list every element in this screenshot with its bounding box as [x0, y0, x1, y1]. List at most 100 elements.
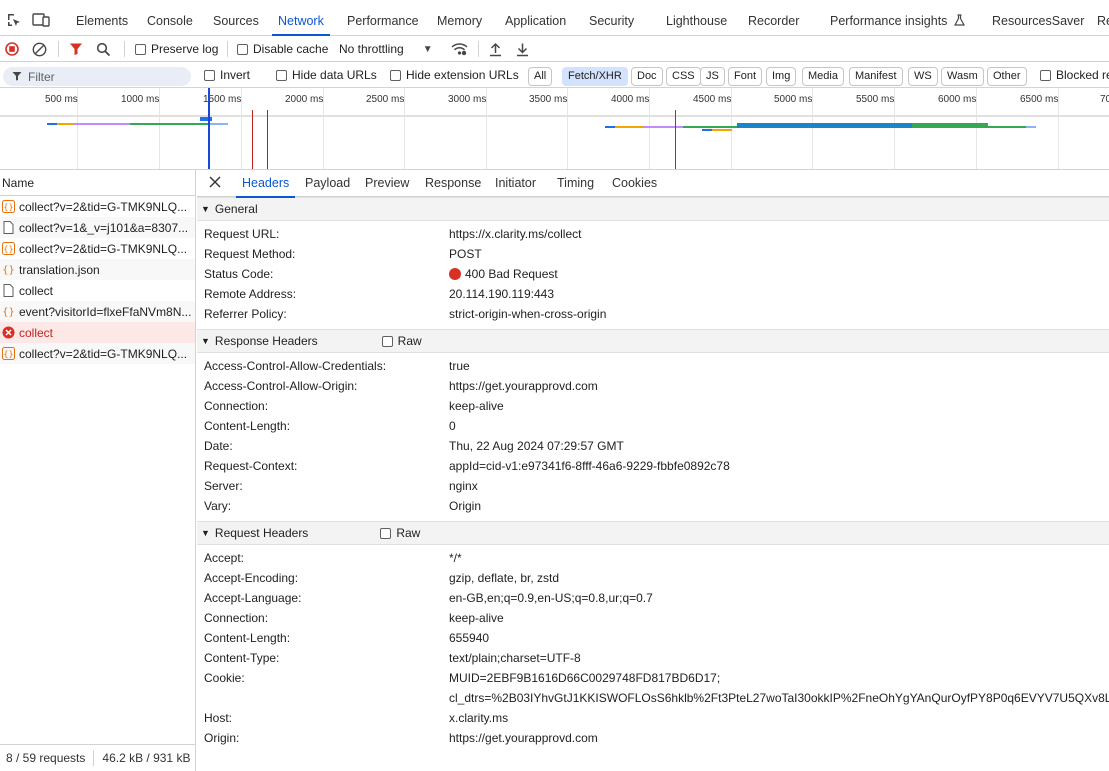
header-key: Vary:: [204, 499, 232, 513]
disable-cache-label: Disable cache: [253, 42, 329, 56]
request-name: collect?v=1&_v=j101&a=8307...: [19, 220, 189, 235]
tab-network[interactable]: Network: [272, 0, 330, 36]
timeline-bar: [605, 126, 615, 128]
request-row[interactable]: collect?v=1&_v=j101&a=8307...: [0, 217, 195, 238]
tab-response[interactable]: Response: [425, 170, 481, 197]
record-stop-icon[interactable]: [5, 40, 19, 58]
type-filter-doc[interactable]: Doc: [631, 67, 663, 86]
type-filter-font[interactable]: Font: [728, 67, 763, 86]
response-raw-checkbox[interactable]: Raw: [381, 334, 422, 348]
svg-text:{}: {}: [3, 245, 13, 254]
header-value: 0: [449, 419, 456, 433]
hide-extension-urls-box[interactable]: [390, 69, 401, 81]
response-headers-section-header[interactable]: ▼ Response Headers Raw: [197, 329, 1109, 353]
tab-payload[interactable]: Payload: [305, 170, 350, 197]
type-filter-ws[interactable]: WS: [908, 67, 938, 86]
search-icon[interactable]: [96, 40, 111, 58]
tick-label: 3500 ms: [529, 94, 568, 105]
request-row[interactable]: {} collect?v=2&tid=G-TMK9NLQ...: [0, 238, 195, 259]
header-key: Request URL:: [204, 227, 280, 241]
tab-memory[interactable]: Memory: [437, 0, 482, 36]
type-filter-all[interactable]: All: [528, 67, 553, 86]
network-status-bar: 8 / 59 requests 46.2 kB / 931 kB: [0, 744, 196, 771]
header-row: Connection: keep-alive: [197, 396, 1109, 416]
request-row[interactable]: {} translation.json: [0, 259, 195, 280]
clear-icon[interactable]: [32, 40, 47, 58]
header-row: Content-Type: text/plain;charset=UTF-8: [197, 648, 1109, 668]
request-raw-checkbox[interactable]: Raw: [380, 526, 420, 540]
type-filter-wasm[interactable]: Wasm: [941, 67, 984, 86]
header-key: Request-Context:: [204, 459, 298, 473]
network-conditions-icon[interactable]: [451, 40, 468, 58]
header-key: Access-Control-Allow-Origin:: [204, 379, 358, 393]
disable-cache-checkbox[interactable]: Disable cache: [237, 40, 328, 58]
filter-funnel-icon[interactable]: [69, 40, 83, 58]
header-key: Connection:: [204, 611, 269, 625]
tab-overflow[interactable]: Re: [1097, 0, 1109, 36]
request-row-selected[interactable]: collect: [0, 322, 195, 343]
export-har-icon[interactable]: [516, 40, 529, 58]
tab-application[interactable]: Application: [505, 0, 566, 36]
type-filter-img[interactable]: Img: [766, 67, 797, 86]
type-filter-css[interactable]: CSS: [666, 67, 701, 86]
type-filter-js[interactable]: JS: [700, 67, 725, 86]
tick-label: 1000 ms: [121, 94, 160, 105]
request-raw-box[interactable]: [380, 527, 392, 539]
tab-resourcessaver[interactable]: ResourcesSaver: [992, 0, 1084, 36]
invert-box[interactable]: [204, 69, 215, 81]
hide-extension-urls-checkbox[interactable]: Hide extension URLs: [390, 66, 519, 84]
blocked-requests-checkbox[interactable]: Blocked re: [1040, 66, 1109, 84]
type-filter-manifest[interactable]: Manifest: [849, 67, 903, 86]
network-toolbar: Preserve log Disable cache No throttling…: [0, 36, 1109, 62]
request-row[interactable]: {} collect?v=2&tid=G-TMK9NLQ...: [0, 343, 195, 364]
type-filter-other[interactable]: Other: [987, 67, 1027, 86]
disable-cache-box[interactable]: [237, 43, 248, 55]
tab-security[interactable]: Security: [589, 0, 634, 36]
network-overview-timeline[interactable]: 500 ms 1000 ms 1500 ms 2000 ms 2500 ms 3…: [0, 88, 1109, 170]
blocked-requests-box[interactable]: [1040, 69, 1051, 81]
general-section-header[interactable]: ▼ General: [197, 197, 1109, 221]
preserve-log-checkbox[interactable]: Preserve log: [135, 40, 218, 58]
invert-checkbox[interactable]: Invert: [204, 66, 250, 84]
tab-recorder[interactable]: Recorder: [748, 0, 799, 36]
header-key: Status Code:: [204, 267, 274, 281]
tab-lighthouse[interactable]: Lighthouse: [666, 0, 727, 36]
tick-label: 2000 ms: [285, 94, 324, 105]
tab-performance-insights[interactable]: Performance insights: [830, 0, 965, 36]
close-icon[interactable]: [209, 176, 221, 191]
type-filter-fetch-xhr[interactable]: Fetch/XHR: [562, 67, 628, 86]
header-row: Vary: Origin: [197, 496, 1109, 516]
request-row[interactable]: {} collect?v=2&tid=G-TMK9NLQ...: [0, 196, 195, 217]
timeline-bar: [712, 129, 732, 131]
request-row[interactable]: {} event?visitorId=flxeFfaNVm8N...: [0, 301, 195, 322]
header-value: 20.114.190.119:443: [449, 287, 554, 301]
throttling-select[interactable]: No throttling ▼: [339, 40, 433, 58]
import-har-icon[interactable]: [489, 40, 502, 58]
header-row: Connection: keep-alive: [197, 608, 1109, 628]
tick-label: 5000 ms: [774, 94, 813, 105]
filter-bar: Filter Invert Hide data URLs Hide extens…: [0, 62, 1109, 88]
svg-text:{}: {}: [2, 307, 15, 318]
device-toolbar-icon[interactable]: [32, 12, 50, 28]
header-value: Thu, 22 Aug 2024 07:29:57 GMT: [449, 439, 624, 453]
type-filter-media[interactable]: Media: [802, 67, 844, 86]
request-headers-section-header[interactable]: ▼ Request Headers Raw: [197, 521, 1109, 545]
hide-data-urls-checkbox[interactable]: Hide data URLs: [276, 66, 377, 84]
hide-data-urls-box[interactable]: [276, 69, 287, 81]
tab-preview[interactable]: Preview: [365, 170, 409, 197]
name-column-header[interactable]: Name: [0, 170, 195, 196]
response-raw-box[interactable]: [381, 335, 393, 347]
preserve-log-box[interactable]: [135, 43, 146, 55]
filter-input[interactable]: Filter: [3, 67, 191, 86]
tab-timing[interactable]: Timing: [557, 170, 594, 197]
tab-sources[interactable]: Sources: [213, 0, 259, 36]
tab-elements[interactable]: Elements: [76, 0, 128, 36]
tab-headers[interactable]: Headers: [235, 170, 296, 198]
inspect-element-icon[interactable]: [6, 12, 22, 28]
tab-cookies[interactable]: Cookies: [612, 170, 657, 197]
tab-console[interactable]: Console: [147, 0, 193, 36]
tab-performance[interactable]: Performance: [347, 0, 419, 36]
request-row[interactable]: collect: [0, 280, 195, 301]
header-value: Origin: [449, 499, 482, 513]
tab-initiator[interactable]: Initiator: [495, 170, 536, 197]
